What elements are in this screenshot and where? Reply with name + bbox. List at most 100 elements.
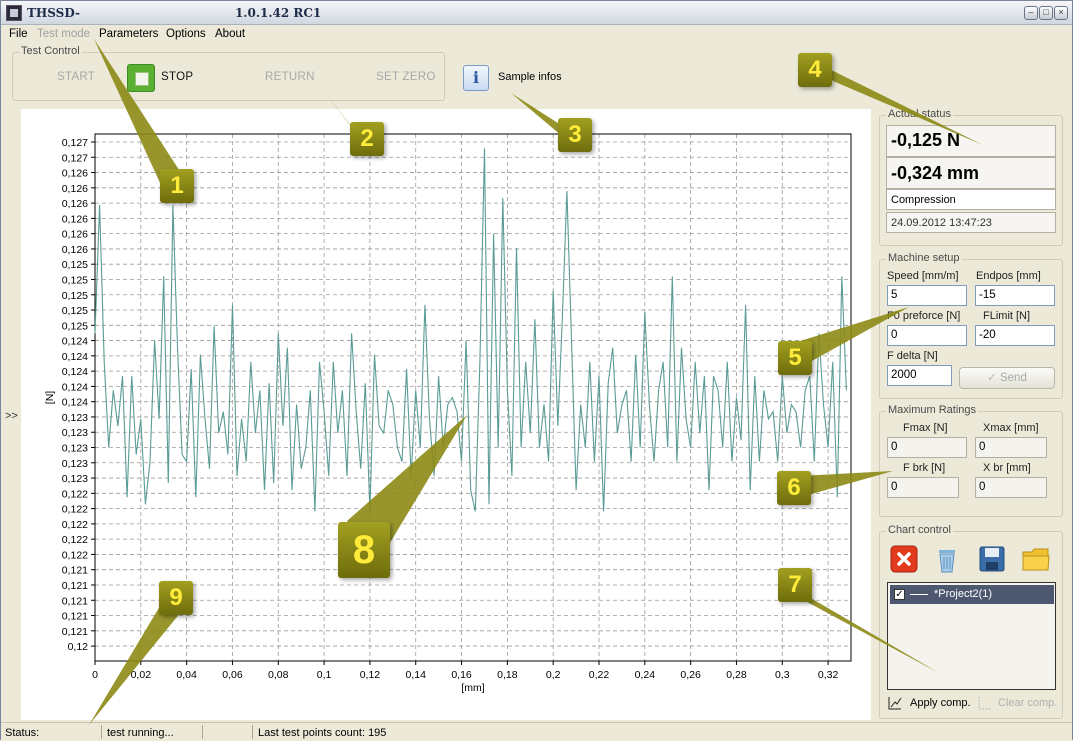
points-count: Last test points count: 195 — [258, 727, 387, 739]
x-tick-label: 0,14 — [406, 669, 427, 681]
sample-infos-button[interactable]: Sample infos — [498, 71, 562, 83]
y-tick-label: 0,12 — [68, 641, 89, 653]
trash-icon[interactable] — [932, 544, 962, 574]
chart-svg: 0,1270,1270,1260,1260,1260,1260,1260,126… — [44, 133, 852, 694]
stop-icon[interactable] — [127, 64, 155, 92]
x-tick-label: 0,22 — [589, 669, 610, 681]
save-icon[interactable] — [977, 544, 1007, 574]
title-bar[interactable]: THSSD- 1.0.1.42 RC1 – □ × — [1, 1, 1072, 25]
y-tick-label: 0,122 — [62, 549, 88, 561]
plot-frame — [94, 133, 852, 662]
fbrk-field: 0 — [887, 477, 959, 498]
y-tick-label: 0,126 — [62, 168, 88, 180]
status-bar: Status: test running... Last test points… — [1, 722, 1072, 740]
max-ratings-title: Maximum Ratings — [886, 404, 979, 416]
return-button[interactable]: RETURN — [265, 71, 315, 83]
project-checkbox[interactable]: ✓ — [894, 589, 905, 600]
flimit-field[interactable]: -20 — [975, 325, 1055, 346]
set-zero-button[interactable]: SET ZERO — [376, 71, 436, 83]
callout-6: 6 — [777, 471, 811, 505]
y-tick-label: 0,123 — [62, 412, 88, 424]
y-tick-label: 0,122 — [62, 534, 88, 546]
y-tick-label: 0,125 — [62, 259, 88, 271]
panel-toggle[interactable]: >> — [5, 410, 18, 422]
y-tick-label: 0,123 — [62, 443, 88, 455]
xbr-label: X br [mm] — [983, 462, 1031, 474]
y-tick-label: 0,121 — [62, 611, 88, 623]
menu-parameters[interactable]: Parameters — [99, 28, 158, 40]
status-separator — [101, 725, 102, 739]
menu-about[interactable]: About — [215, 28, 245, 40]
x-tick-label: 0,1 — [317, 669, 332, 681]
y-tick-label: 0,126 — [62, 244, 88, 256]
flimit-label: FLimit [N] — [983, 310, 1031, 322]
apply-comp-icon[interactable] — [887, 695, 903, 711]
info-icon[interactable]: i — [463, 65, 489, 91]
xmax-field: 0 — [975, 437, 1047, 458]
y-tick-label: 0,121 — [62, 565, 88, 577]
clear-comp-icon[interactable] — [977, 695, 993, 711]
x-tick-label: 0 — [92, 669, 98, 681]
send-button[interactable]: ✓ Send — [959, 367, 1055, 389]
chart-area[interactable]: 0,127 0,127 0,126 0,126 0,126 0,126 0,126 0,126… — [21, 109, 871, 720]
minimize-icon[interactable]: – — [1024, 6, 1038, 20]
application-window: THSSD- 1.0.1.42 RC1 – □ × File Test mode … — [0, 0, 1073, 740]
maximize-icon[interactable]: □ — [1039, 6, 1053, 20]
delete-icon[interactable] — [889, 544, 919, 574]
clear-comp-button[interactable]: Clear comp. — [998, 697, 1057, 709]
fmax-label: Fmax [N] — [903, 422, 948, 434]
fdelta-label: F delta [N] — [887, 350, 938, 362]
status-value: test running... — [107, 727, 174, 739]
chart-control-title: Chart control — [886, 524, 953, 536]
x-axis-label: [mm] — [461, 682, 484, 694]
list-item[interactable]: ✓ *Project2(1) — [890, 585, 1054, 604]
mode-readout: Compression — [886, 189, 1056, 210]
fdelta-field[interactable]: 2000 — [887, 365, 952, 386]
y-tick-label: 0,127 — [62, 137, 88, 149]
menu-options[interactable]: Options — [166, 28, 206, 40]
fbrk-label: F brk [N] — [903, 462, 946, 474]
xbr-field: 0 — [975, 477, 1047, 498]
x-tick-label: 0,12 — [360, 669, 381, 681]
menu-test-mode[interactable]: Test mode — [37, 28, 90, 40]
callout-4: 4 — [798, 53, 832, 87]
x-tick-label: 0,24 — [635, 669, 656, 681]
y-tick-label: 0,124 — [62, 381, 88, 393]
stop-button[interactable]: STOP — [161, 71, 193, 83]
menu-file[interactable]: File — [9, 28, 28, 40]
project-list[interactable]: ✓ *Project2(1) — [887, 582, 1056, 690]
series-line-swatch — [910, 594, 928, 595]
machine-setup-title: Machine setup — [886, 252, 962, 264]
x-tick-label: 0,06 — [222, 669, 243, 681]
y-tick-label: 0,124 — [62, 366, 88, 378]
y-tick-label: 0,121 — [62, 626, 88, 638]
close-icon[interactable]: × — [1054, 6, 1068, 20]
x-tick-label: 0,16 — [451, 669, 472, 681]
status-separator — [252, 725, 253, 739]
x-tick-label: 0,3 — [775, 669, 790, 681]
y-tick-label: 0,125 — [62, 320, 88, 332]
y-tick-label: 0,126 — [62, 198, 88, 210]
callout-7: 7 — [778, 568, 812, 602]
f0-label: F0 preforce [N] — [887, 310, 961, 322]
start-button[interactable]: START — [57, 71, 95, 83]
series-line — [94, 148, 847, 512]
x-tick-label: 0,32 — [818, 669, 839, 681]
apply-comp-button[interactable]: Apply comp. — [910, 697, 971, 709]
y-tick-label: 0,125 — [62, 305, 88, 317]
x-tick-label: 0,28 — [726, 669, 747, 681]
x-tick-label: 0,08 — [268, 669, 289, 681]
y-tick-label: 0,123 — [62, 458, 88, 470]
callout-5: 5 — [778, 341, 812, 375]
menu-bar: File Test mode Parameters Options About — [1, 26, 1072, 44]
endpos-field[interactable]: -15 — [975, 285, 1055, 306]
actual-status-title: Actual status — [886, 108, 953, 120]
callout-8: 8 — [338, 522, 390, 578]
y-tick-label: 0,123 — [62, 473, 88, 485]
speed-field[interactable]: 5 — [887, 285, 967, 306]
folder-icon[interactable] — [1021, 544, 1051, 574]
status-separator — [202, 725, 203, 739]
f0-field[interactable]: 0 — [887, 325, 967, 346]
callout-1: 1 — [160, 169, 194, 203]
send-label: Send — [999, 372, 1027, 384]
